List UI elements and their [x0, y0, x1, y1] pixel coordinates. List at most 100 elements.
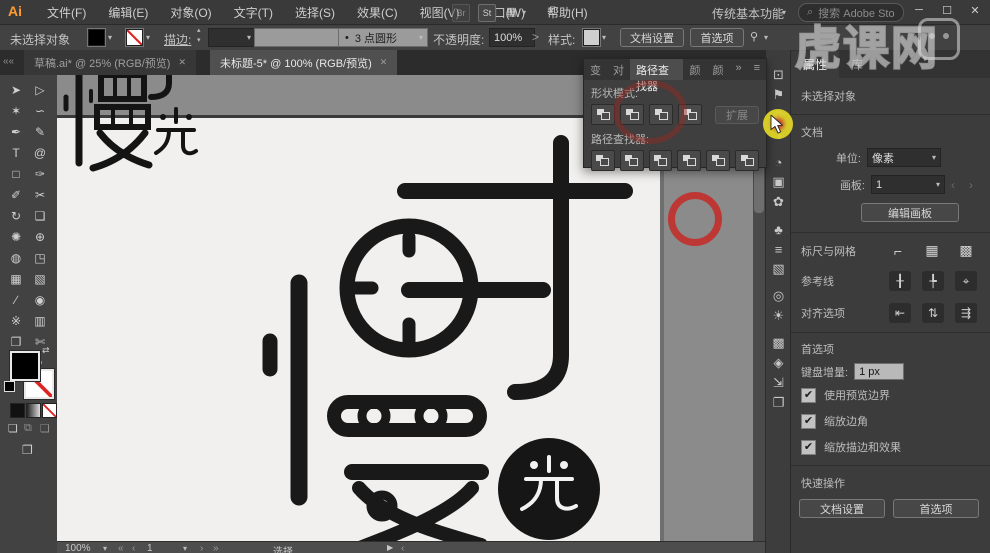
brush-dropdown[interactable]: • 3 点圆形	[338, 28, 428, 47]
shape-builder-tool-icon[interactable]: ◍	[4, 247, 28, 268]
maximize-button[interactable]: ☐	[940, 4, 954, 17]
scale-tool-icon[interactable]: ❏	[28, 205, 52, 226]
divide-icon[interactable]	[591, 150, 615, 171]
trim-icon[interactable]	[619, 150, 644, 171]
artboard-last-icon[interactable]: »	[213, 543, 219, 553]
stroke-stepper-up[interactable]: ▴	[197, 27, 201, 34]
workspace-switcher[interactable]: 传统基本功能	[712, 5, 784, 22]
blob-brush-tool-icon[interactable]: ✺	[4, 226, 28, 247]
direct-selection-tool-icon[interactable]: ▷	[28, 79, 52, 100]
unite-icon[interactable]	[591, 104, 615, 125]
opacity-label[interactable]: 不透明度:	[433, 31, 484, 48]
zoom-level[interactable]: 100%	[65, 543, 91, 553]
rotate-tool-icon[interactable]: ↻	[4, 205, 28, 226]
fill-caret[interactable]: ▾	[108, 33, 112, 42]
panel-menu-icon[interactable]: ≡	[748, 59, 766, 80]
artboard-prev-arrow[interactable]: ‹	[951, 178, 963, 192]
tab-close-icon[interactable]: ✕	[178, 57, 186, 68]
mesh-tool-icon[interactable]: ▦	[4, 268, 28, 289]
document-setup-button[interactable]: 文档设置	[620, 28, 684, 47]
checkbox[interactable]: ✔	[801, 439, 816, 455]
transform-panel-icon[interactable]: ⊡	[766, 67, 791, 82]
artboards2-panel-icon[interactable]: ❐	[766, 395, 791, 410]
free-transform-tool-icon[interactable]: ◳	[28, 247, 52, 268]
document-tab-inactive[interactable]: 草稿.ai* @ 25% (RGB/预览) ✕	[24, 50, 197, 75]
tab-overflow-icon[interactable]: »	[729, 59, 747, 80]
bridge-button[interactable]: Br	[452, 4, 470, 22]
gradient-mode-button[interactable]	[26, 403, 41, 418]
stroke-panel-icon[interactable]: ≡	[766, 242, 791, 257]
style-caret[interactable]: ▾	[602, 33, 606, 42]
artboard-nav-caret[interactable]: ▾	[183, 544, 187, 553]
menu-item[interactable]: 文字(T)	[223, 0, 284, 24]
qa-preferences-button[interactable]: 首选项	[893, 499, 979, 518]
merge-icon[interactable]	[648, 150, 673, 171]
puppet-warp-tool-icon[interactable]: ⊕	[28, 226, 52, 247]
layers-panel-icon[interactable]: ◈	[766, 355, 791, 370]
default-fill-stroke-icon[interactable]	[4, 381, 15, 392]
tab-transform[interactable]: 变	[584, 59, 607, 80]
artboard-dropdown[interactable]: 1 ▾	[871, 175, 945, 194]
swap-fill-stroke-icon[interactable]: ⇄	[42, 345, 50, 356]
menu-item[interactable]: 帮助(H)	[536, 0, 599, 24]
fill-swatch[interactable]	[88, 29, 105, 46]
smart-guides-icon[interactable]: ⌖	[955, 271, 977, 291]
fill-color-indicator[interactable]	[10, 351, 40, 381]
stroke-weight-dropdown[interactable]: ▾	[208, 28, 256, 47]
minimize-button[interactable]: ─	[912, 4, 926, 16]
edit-artboard-button[interactable]: 编辑画板	[861, 203, 959, 222]
spiral-tool-icon[interactable]: @	[28, 142, 52, 163]
artboard-next-arrow[interactable]: ›	[969, 178, 981, 192]
menu-item[interactable]: 效果(C)	[346, 0, 409, 24]
app-logo[interactable]: Ai	[8, 3, 22, 19]
grid-icon[interactable]: ▦	[921, 242, 943, 259]
gradient-tool-icon[interactable]: ▧	[28, 268, 52, 289]
status-collapse-icon[interactable]: ‹	[401, 543, 404, 553]
menu-item[interactable]: 选择(S)	[284, 0, 346, 24]
tab-properties[interactable]: 属性	[791, 51, 840, 78]
artwork-guang-badge[interactable]	[498, 438, 600, 540]
checkbox[interactable]: ✔	[801, 413, 816, 429]
eyedropper-tool-icon[interactable]: ∕	[4, 289, 28, 310]
artboard-prev-icon[interactable]: ‹	[132, 543, 135, 553]
tab-scroll-icon[interactable]: ««	[3, 56, 14, 67]
none-mode-button[interactable]	[42, 403, 57, 418]
transparency-panel-icon[interactable]: ◎	[766, 288, 791, 303]
artboard-first-icon[interactable]: «	[118, 543, 124, 553]
document-tab-active[interactable]: 未标题-5* @ 100% (RGB/预览) ✕	[210, 50, 398, 75]
brush-caret[interactable]: ▾	[419, 33, 423, 42]
column-graph-tool-icon[interactable]: ▥	[28, 310, 52, 331]
appearance-panel-icon[interactable]: ☀	[766, 308, 791, 323]
select-similar-caret[interactable]: ▾	[764, 33, 768, 42]
checkbox[interactable]: ✔	[801, 387, 816, 403]
menu-item[interactable]: 对象(O)	[159, 0, 222, 24]
stroke-swatch[interactable]	[126, 29, 143, 46]
paintbrush-tool-icon[interactable]: ✑	[28, 163, 52, 184]
outline-icon[interactable]	[706, 150, 731, 171]
symbol-sprayer-tool-icon[interactable]: ※	[4, 310, 28, 331]
tab-align[interactable]: 对	[607, 59, 630, 80]
draw-behind-icon[interactable]: ⧉	[24, 422, 32, 435]
close-button[interactable]: ✕	[968, 4, 982, 17]
stroke-caret[interactable]: ▾	[146, 33, 150, 42]
tab-color[interactable]: 颜	[683, 59, 706, 80]
snap-pixel-icon[interactable]: ⇶	[955, 303, 977, 323]
unit-dropdown[interactable]: 像素 ▾	[867, 148, 941, 167]
graphic-styles-panel-icon[interactable]: ▩	[766, 335, 791, 350]
pen-tool-icon[interactable]: ✒	[4, 121, 28, 142]
reference-glyph-man[interactable]	[63, 75, 153, 172]
style-swatch[interactable]	[583, 29, 600, 46]
minus-back-icon[interactable]	[735, 150, 759, 171]
snap-grid-icon[interactable]: ⇤	[889, 303, 911, 323]
lock-guides-icon[interactable]: ╄	[922, 271, 944, 291]
draw-inside-icon[interactable]: ❏	[40, 422, 50, 435]
tab-close-icon[interactable]: ✕	[380, 57, 388, 68]
reference-glyph-guang[interactable]	[154, 107, 198, 156]
artwork-man[interactable]	[262, 274, 489, 541]
gradient-panel-icon[interactable]: ▧	[766, 261, 791, 276]
opacity-expand[interactable]: >	[532, 30, 539, 44]
rectangle-tool-icon[interactable]: □	[4, 163, 28, 184]
reference-glyph-shi-hook[interactable]	[148, 75, 172, 100]
type-tool-icon[interactable]: T	[4, 142, 28, 163]
asset-export-panel-icon[interactable]: ⇲	[766, 375, 791, 390]
